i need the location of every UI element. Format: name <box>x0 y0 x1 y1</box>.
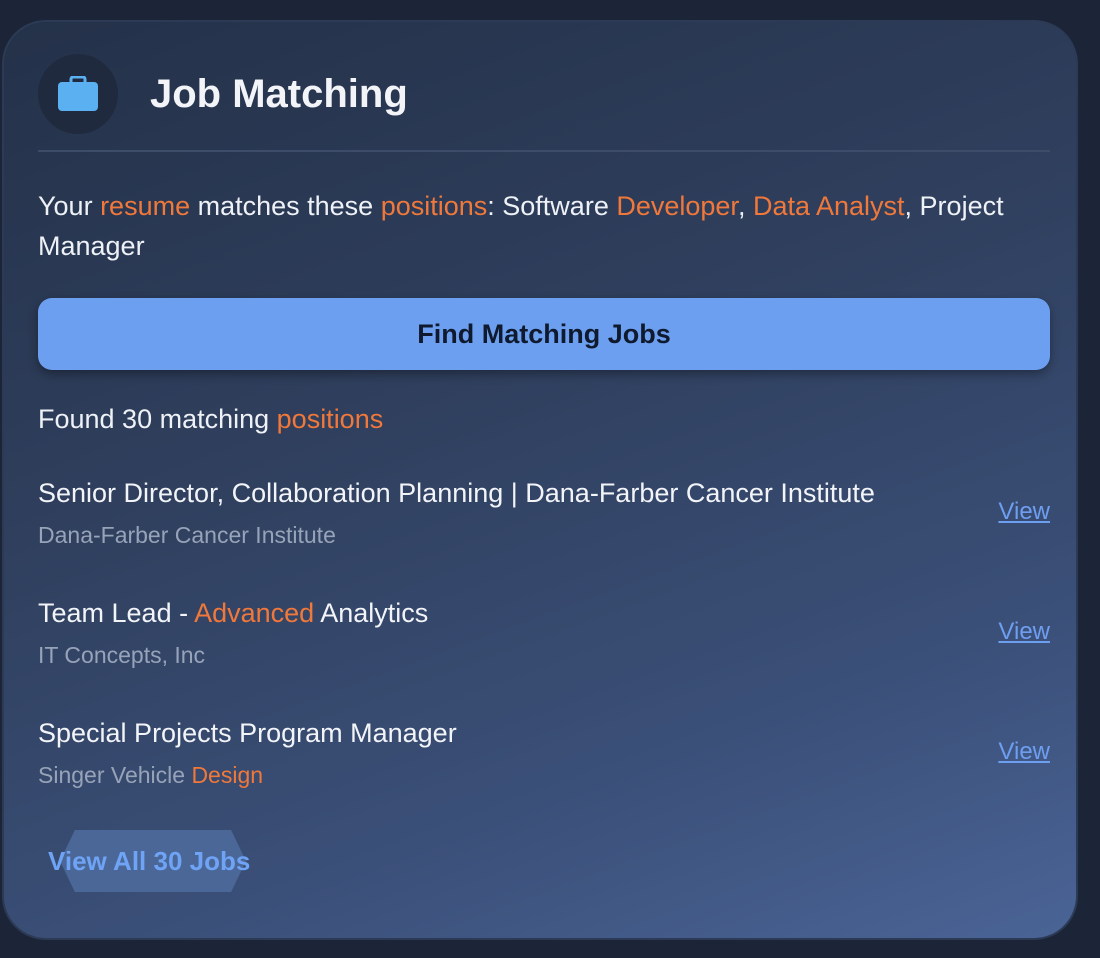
view-job-link[interactable]: View <box>998 498 1050 526</box>
view-job-link[interactable]: View <box>998 738 1050 766</box>
job-title-text: Team Lead - <box>38 598 195 628</box>
job-title: Team Lead - Advanced Analytics <box>38 598 428 629</box>
match-summary: Your resume matches these positions: Sof… <box>38 186 1050 266</box>
card-header: Job Matching <box>38 54 408 134</box>
view-job-link[interactable]: View <box>998 618 1050 646</box>
job-company: Singer Vehicle Design <box>38 762 263 789</box>
briefcase-icon <box>58 76 98 111</box>
view-all-jobs-button[interactable]: View All 30 Jobs <box>48 830 258 892</box>
job-company: Dana-Farber Cancer Institute <box>38 522 336 548</box>
job-list-item: Special Projects Program Manager Singer … <box>38 718 1050 808</box>
job-list-item: Senior Director, Collaboration Planning … <box>38 478 1050 568</box>
keyword-highlight: Advanced <box>194 598 315 628</box>
view-all-jobs-label: View All 30 Jobs <box>48 846 251 876</box>
job-company-text: Singer Vehicle <box>38 762 192 788</box>
summary-text: Your <box>38 191 101 221</box>
card-title: Job Matching <box>150 71 408 116</box>
keyword-highlight: Data Analyst <box>752 191 905 221</box>
results-count-text: Found 30 matching <box>38 404 277 434</box>
job-matching-card: Job Matching Your resume matches these p… <box>2 20 1078 940</box>
job-list-item: Team Lead - Advanced Analytics IT Concep… <box>38 598 1050 688</box>
job-company: IT Concepts, Inc <box>38 642 206 668</box>
summary-text: matches these <box>190 191 381 221</box>
summary-text: , <box>737 191 753 221</box>
keyword-highlight: resume <box>100 191 191 221</box>
find-matching-jobs-button[interactable]: Find Matching Jobs <box>38 298 1050 370</box>
job-title: Special Projects Program Manager <box>38 718 457 748</box>
job-title-text: Analytics <box>314 598 429 628</box>
keyword-highlight: positions <box>380 191 488 221</box>
header-divider <box>38 150 1050 152</box>
icon-badge <box>38 54 118 134</box>
keyword-highlight: positions <box>276 404 384 434</box>
job-title: Senior Director, Collaboration Planning … <box>38 478 875 508</box>
summary-text: : Software <box>487 191 617 221</box>
keyword-highlight: Developer <box>616 191 738 221</box>
keyword-highlight: Design <box>191 762 264 788</box>
results-count: Found 30 matching positions <box>38 404 383 435</box>
